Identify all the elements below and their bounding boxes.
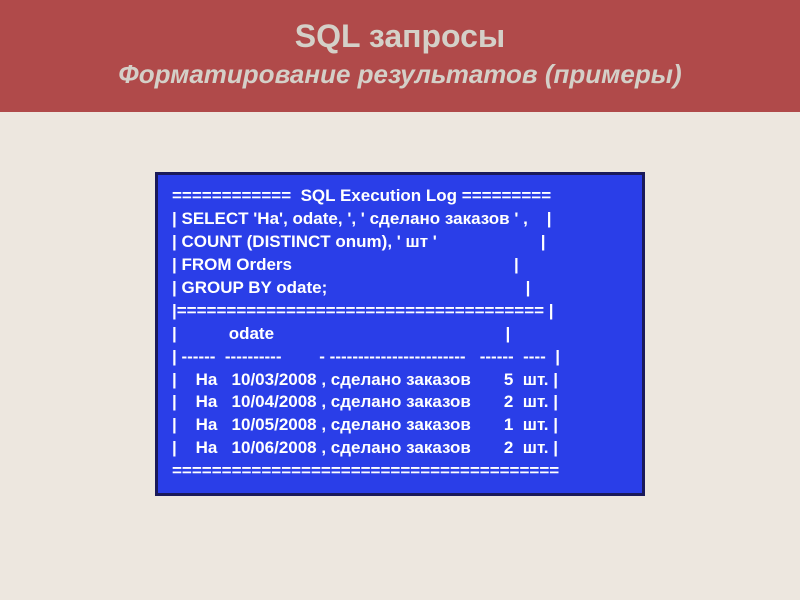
- code-line: | GROUP BY odate; |: [172, 277, 628, 300]
- code-line: | ------ ---------- - ------------------…: [172, 346, 628, 369]
- code-line: | FROM Orders |: [172, 254, 628, 277]
- code-line: | На 10/06/2008 , сделано заказов 2 шт. …: [172, 437, 628, 460]
- slide-title: SQL запросы: [20, 18, 780, 55]
- slide-subtitle: Форматирование результатов (примеры): [20, 59, 780, 90]
- code-line: | На 10/04/2008 , сделано заказов 2 шт. …: [172, 391, 628, 414]
- code-line: | COUNT (DISTINCT onum), ' шт ' |: [172, 231, 628, 254]
- code-line: | На 10/05/2008 , сделано заказов 1 шт. …: [172, 414, 628, 437]
- code-line: ============ SQL Execution Log =========: [172, 185, 628, 208]
- code-line: | odate |: [172, 323, 628, 346]
- sql-execution-log-box: ============ SQL Execution Log =========…: [155, 172, 645, 496]
- slide-header: SQL запросы Форматирование результатов (…: [0, 0, 800, 112]
- code-line: |===================================== |: [172, 300, 628, 323]
- code-line: =======================================: [172, 460, 628, 483]
- code-line: | На 10/03/2008 , сделано заказов 5 шт. …: [172, 369, 628, 392]
- code-line: | SELECT 'На', odate, ', ' сделано заказ…: [172, 208, 628, 231]
